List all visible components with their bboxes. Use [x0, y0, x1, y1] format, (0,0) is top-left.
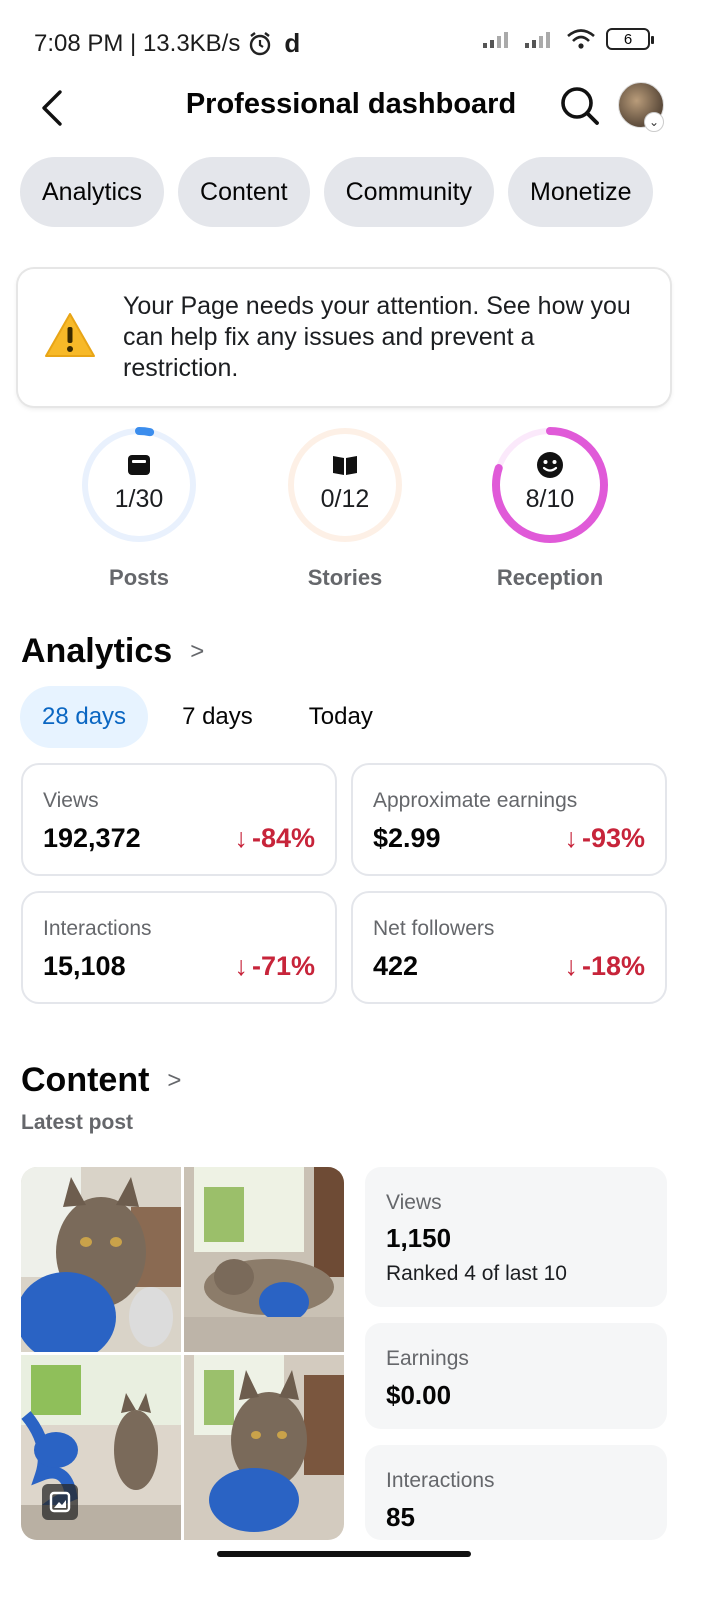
analytics-title: Analytics: [21, 632, 173, 670]
search-icon[interactable]: [558, 84, 602, 128]
smile-icon: [537, 452, 563, 478]
book-icon: [333, 456, 357, 475]
status-extra: d: [284, 28, 301, 58]
reception-label: Reception: [496, 565, 604, 590]
metric-delta: ↓ -18%: [564, 951, 645, 982]
tab-analytics[interactable]: Analytics: [20, 157, 165, 227]
posts-value: 1/30: [114, 485, 164, 513]
metric-delta-value: -84%: [251, 823, 315, 853]
latest-post-interactions-card[interactable]: Interactions 85: [365, 1445, 667, 1540]
chevron-right-icon: >: [167, 1066, 182, 1094]
metric-delta-value: -71%: [251, 951, 315, 981]
post-photo-4: [184, 1355, 344, 1540]
signal-icon-2: [525, 32, 550, 48]
battery-icon: 6: [606, 28, 654, 50]
tab-community[interactable]: Community: [323, 157, 495, 227]
status-bar: 7:08 PM | 13.3KB/s d 6: [0, 0, 702, 84]
post-icon: [128, 455, 150, 475]
photo-gallery-icon: [42, 1484, 78, 1520]
metric-label: Interactions: [43, 917, 152, 940]
ring-posts[interactable]: 1/30 Posts: [77, 423, 201, 591]
down-arrow-icon: ↓: [564, 951, 578, 981]
signal-icon: [483, 32, 508, 48]
stat-label: Interactions: [386, 1469, 495, 1492]
status-left: 7:08 PM | 13.3KB/s d: [34, 28, 300, 59]
page-attention-alert[interactable]: Your Page needs your attention. See how …: [18, 269, 670, 406]
latest-post-label: Latest post: [21, 1111, 134, 1134]
status-time: 7:08 PM | 13.3KB/s: [34, 29, 241, 57]
dashboard-tabs: Analytics Content Community Monetize: [20, 157, 654, 227]
metric-delta-value: -93%: [581, 823, 645, 853]
down-arrow-icon: ↓: [564, 823, 578, 853]
stat-rank: Ranked 4 of last 10: [386, 1262, 567, 1285]
metric-card-interactions[interactable]: Interactions 15,108 ↓ -71%: [21, 891, 337, 1004]
metric-card-earnings[interactable]: Approximate earnings $2.99 ↓ -93%: [351, 763, 667, 876]
reception-value: 8/10: [525, 485, 575, 513]
alarm-icon: [250, 31, 271, 55]
ring-reception[interactable]: 8/10 Reception: [488, 423, 612, 591]
post-photo-2: [184, 1167, 344, 1352]
metric-delta: ↓ -93%: [564, 823, 645, 854]
range-28-days[interactable]: 28 days: [20, 686, 149, 748]
metric-label: Net followers: [373, 917, 495, 940]
ring-stories[interactable]: 0/12 Stories: [283, 423, 407, 591]
stories-value: 0/12: [320, 485, 370, 513]
range-7-days[interactable]: 7 days: [160, 686, 275, 748]
content-heading[interactable]: Content >: [21, 1061, 181, 1100]
metric-delta-value: -18%: [581, 951, 645, 981]
posts-label: Posts: [109, 565, 169, 590]
home-indicator[interactable]: [217, 1551, 471, 1557]
latest-post-earnings-card[interactable]: Earnings $0.00: [365, 1323, 667, 1429]
chevron-down-icon[interactable]: ⌄: [644, 112, 664, 132]
metric-label: Views: [43, 789, 99, 812]
tab-content[interactable]: Content: [178, 157, 310, 227]
metric-value: 15,108: [43, 951, 126, 981]
metric-value: 192,372: [43, 823, 141, 853]
stat-value: 85: [386, 1502, 415, 1532]
metric-value: $2.99: [373, 823, 441, 853]
metric-delta: ↓ -84%: [234, 823, 315, 854]
range-today[interactable]: Today: [287, 686, 395, 748]
analytics-heading[interactable]: Analytics >: [21, 632, 204, 671]
stat-label: Views: [386, 1191, 442, 1214]
metric-delta: ↓ -71%: [234, 951, 315, 982]
latest-post-views-card[interactable]: Views 1,150 Ranked 4 of last 10: [365, 1167, 667, 1307]
metric-label: Approximate earnings: [373, 789, 578, 812]
app-header: Professional dashboard ⌄: [0, 80, 702, 136]
warning-icon: [45, 313, 95, 357]
metric-value: 422: [373, 951, 419, 981]
stat-label: Earnings: [386, 1347, 469, 1370]
content-title: Content: [21, 1061, 150, 1099]
down-arrow-icon: ↓: [234, 951, 248, 981]
stat-value: 1,150: [386, 1223, 452, 1253]
post-photo-1: [21, 1167, 181, 1352]
range-selector: 28 days 7 days Today: [20, 686, 407, 748]
alert-text: Your Page needs your attention. See how …: [123, 292, 631, 382]
tab-monetize[interactable]: Monetize: [508, 157, 654, 227]
metric-card-net-followers[interactable]: Net followers 422 ↓ -18%: [351, 891, 667, 1004]
down-arrow-icon: ↓: [234, 823, 248, 853]
stat-value: $0.00: [386, 1380, 452, 1410]
battery-level: 6: [623, 30, 633, 48]
status-right: 6: [482, 28, 654, 50]
stories-label: Stories: [307, 565, 383, 590]
chevron-right-icon: >: [190, 637, 205, 665]
wifi-icon: [567, 29, 595, 49]
metric-card-views[interactable]: Views 192,372 ↓ -84%: [21, 763, 337, 876]
